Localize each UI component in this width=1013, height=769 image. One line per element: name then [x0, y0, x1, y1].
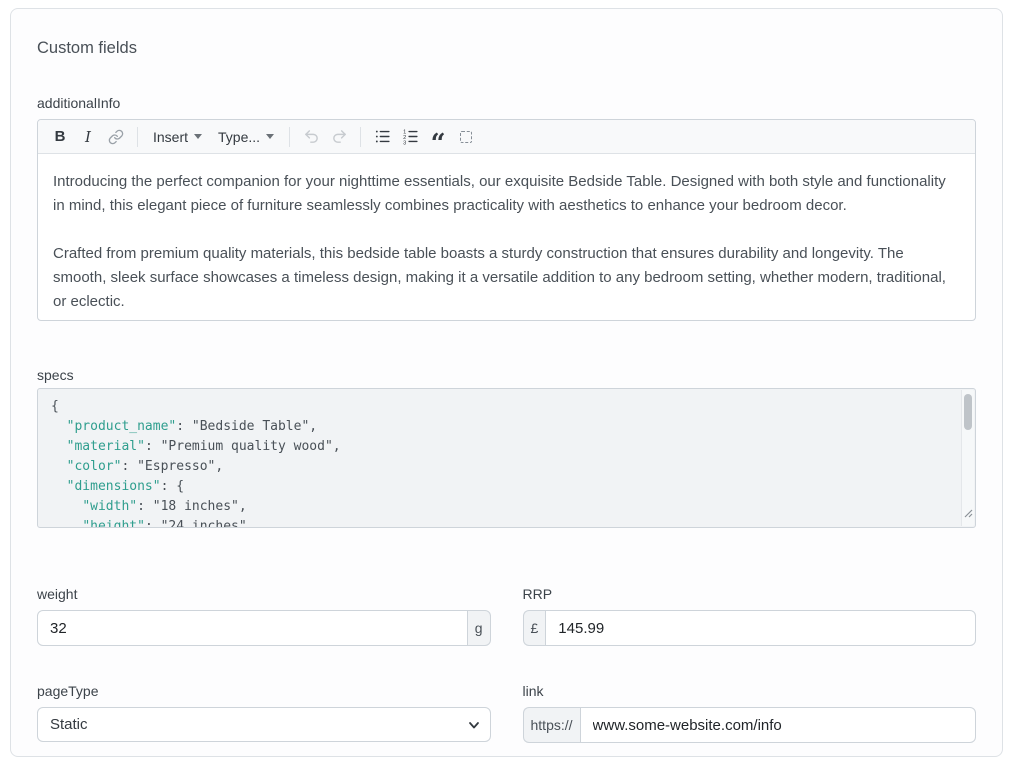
link-button[interactable] — [102, 124, 130, 150]
svg-text:3: 3 — [403, 140, 406, 145]
rrp-input-group: £ — [523, 610, 977, 646]
card-title: Custom fields — [37, 39, 976, 57]
richtext-paragraph: Crafted from premium quality materials, … — [53, 242, 960, 314]
link-input-group: https:// — [523, 707, 977, 743]
specs-code-editor[interactable]: { "product_name": "Bedside Table", "mate… — [37, 388, 976, 528]
field-label-link: link — [523, 683, 977, 699]
code-line: "material": "Premium quality wood", — [51, 437, 949, 457]
field-label-weight: weight — [37, 586, 491, 602]
link-input[interactable] — [580, 707, 976, 743]
numbered-list-button[interactable]: 123 — [396, 124, 424, 150]
field-pageType: pageType Static — [37, 683, 491, 743]
bold-button[interactable]: B — [46, 124, 74, 150]
undo-button[interactable] — [297, 124, 325, 150]
blockquote-button[interactable]: “ — [424, 124, 452, 150]
rrp-currency-addon: £ — [523, 610, 546, 646]
insert-dropdown-label: Insert — [153, 129, 188, 145]
link-icon — [108, 129, 124, 145]
rrp-input[interactable] — [545, 610, 976, 646]
type-dropdown-label: Type... — [218, 129, 260, 145]
weight-unit-addon: g — [468, 610, 491, 646]
field-rrp: RRP £ — [523, 586, 977, 646]
field-additionalInfo: additionalInfo B I Insert Type... — [37, 95, 976, 321]
richtext-editor: B I Insert Type... — [37, 119, 976, 321]
field-label-pageType: pageType — [37, 683, 491, 699]
code-line: "color": "Espresso", — [51, 457, 949, 477]
code-block-button[interactable] — [452, 124, 480, 150]
code-line: "dimensions": { — [51, 477, 949, 497]
richtext-toolbar: B I Insert Type... — [38, 120, 975, 154]
italic-button[interactable]: I — [74, 124, 102, 150]
code-line: "width": "18 inches", — [51, 497, 949, 517]
field-label-rrp: RRP — [523, 586, 977, 602]
weight-input[interactable] — [37, 610, 468, 646]
blockquote-icon: “ — [431, 139, 446, 149]
field-row-weight-rrp: weight g RRP £ — [37, 586, 976, 646]
field-specs: specs { "product_name": "Bedside Table",… — [37, 367, 976, 528]
redo-button[interactable] — [325, 124, 353, 150]
field-label-specs: specs — [37, 367, 976, 383]
chevron-down-icon — [194, 134, 202, 139]
toolbar-separator — [137, 127, 138, 147]
code-line: { — [51, 397, 949, 417]
link-protocol-addon: https:// — [523, 707, 580, 743]
resize-handle-icon[interactable] — [964, 505, 973, 525]
chevron-down-icon — [266, 134, 274, 139]
bullet-list-icon — [374, 128, 391, 145]
code-line: "height": "24 inches", — [51, 517, 949, 528]
richtext-content[interactable]: Introducing the perfect companion for yo… — [38, 154, 975, 321]
type-dropdown[interactable]: Type... — [210, 124, 282, 150]
pagetype-select[interactable]: Static — [37, 707, 491, 742]
field-label-additionalInfo: additionalInfo — [37, 95, 976, 111]
bullet-list-button[interactable] — [368, 124, 396, 150]
pagetype-select-wrap: Static — [37, 707, 491, 742]
field-link: link https:// — [523, 683, 977, 743]
insert-dropdown[interactable]: Insert — [145, 124, 210, 150]
scrollbar-thumb[interactable] — [964, 394, 972, 430]
undo-icon — [303, 128, 320, 145]
numbered-list-icon: 123 — [402, 128, 419, 145]
field-row-pagetype-link: pageType Static link https:// — [37, 683, 976, 743]
redo-icon — [331, 128, 348, 145]
code-line: "product_name": "Bedside Table", — [51, 417, 949, 437]
weight-input-group: g — [37, 610, 491, 646]
toolbar-separator — [360, 127, 361, 147]
field-weight: weight g — [37, 586, 491, 646]
custom-fields-card: Custom fields additionalInfo B I Insert … — [10, 8, 1003, 757]
dashed-frame-icon — [460, 131, 472, 143]
richtext-paragraph: Introducing the perfect companion for yo… — [53, 170, 960, 218]
toolbar-separator — [289, 127, 290, 147]
